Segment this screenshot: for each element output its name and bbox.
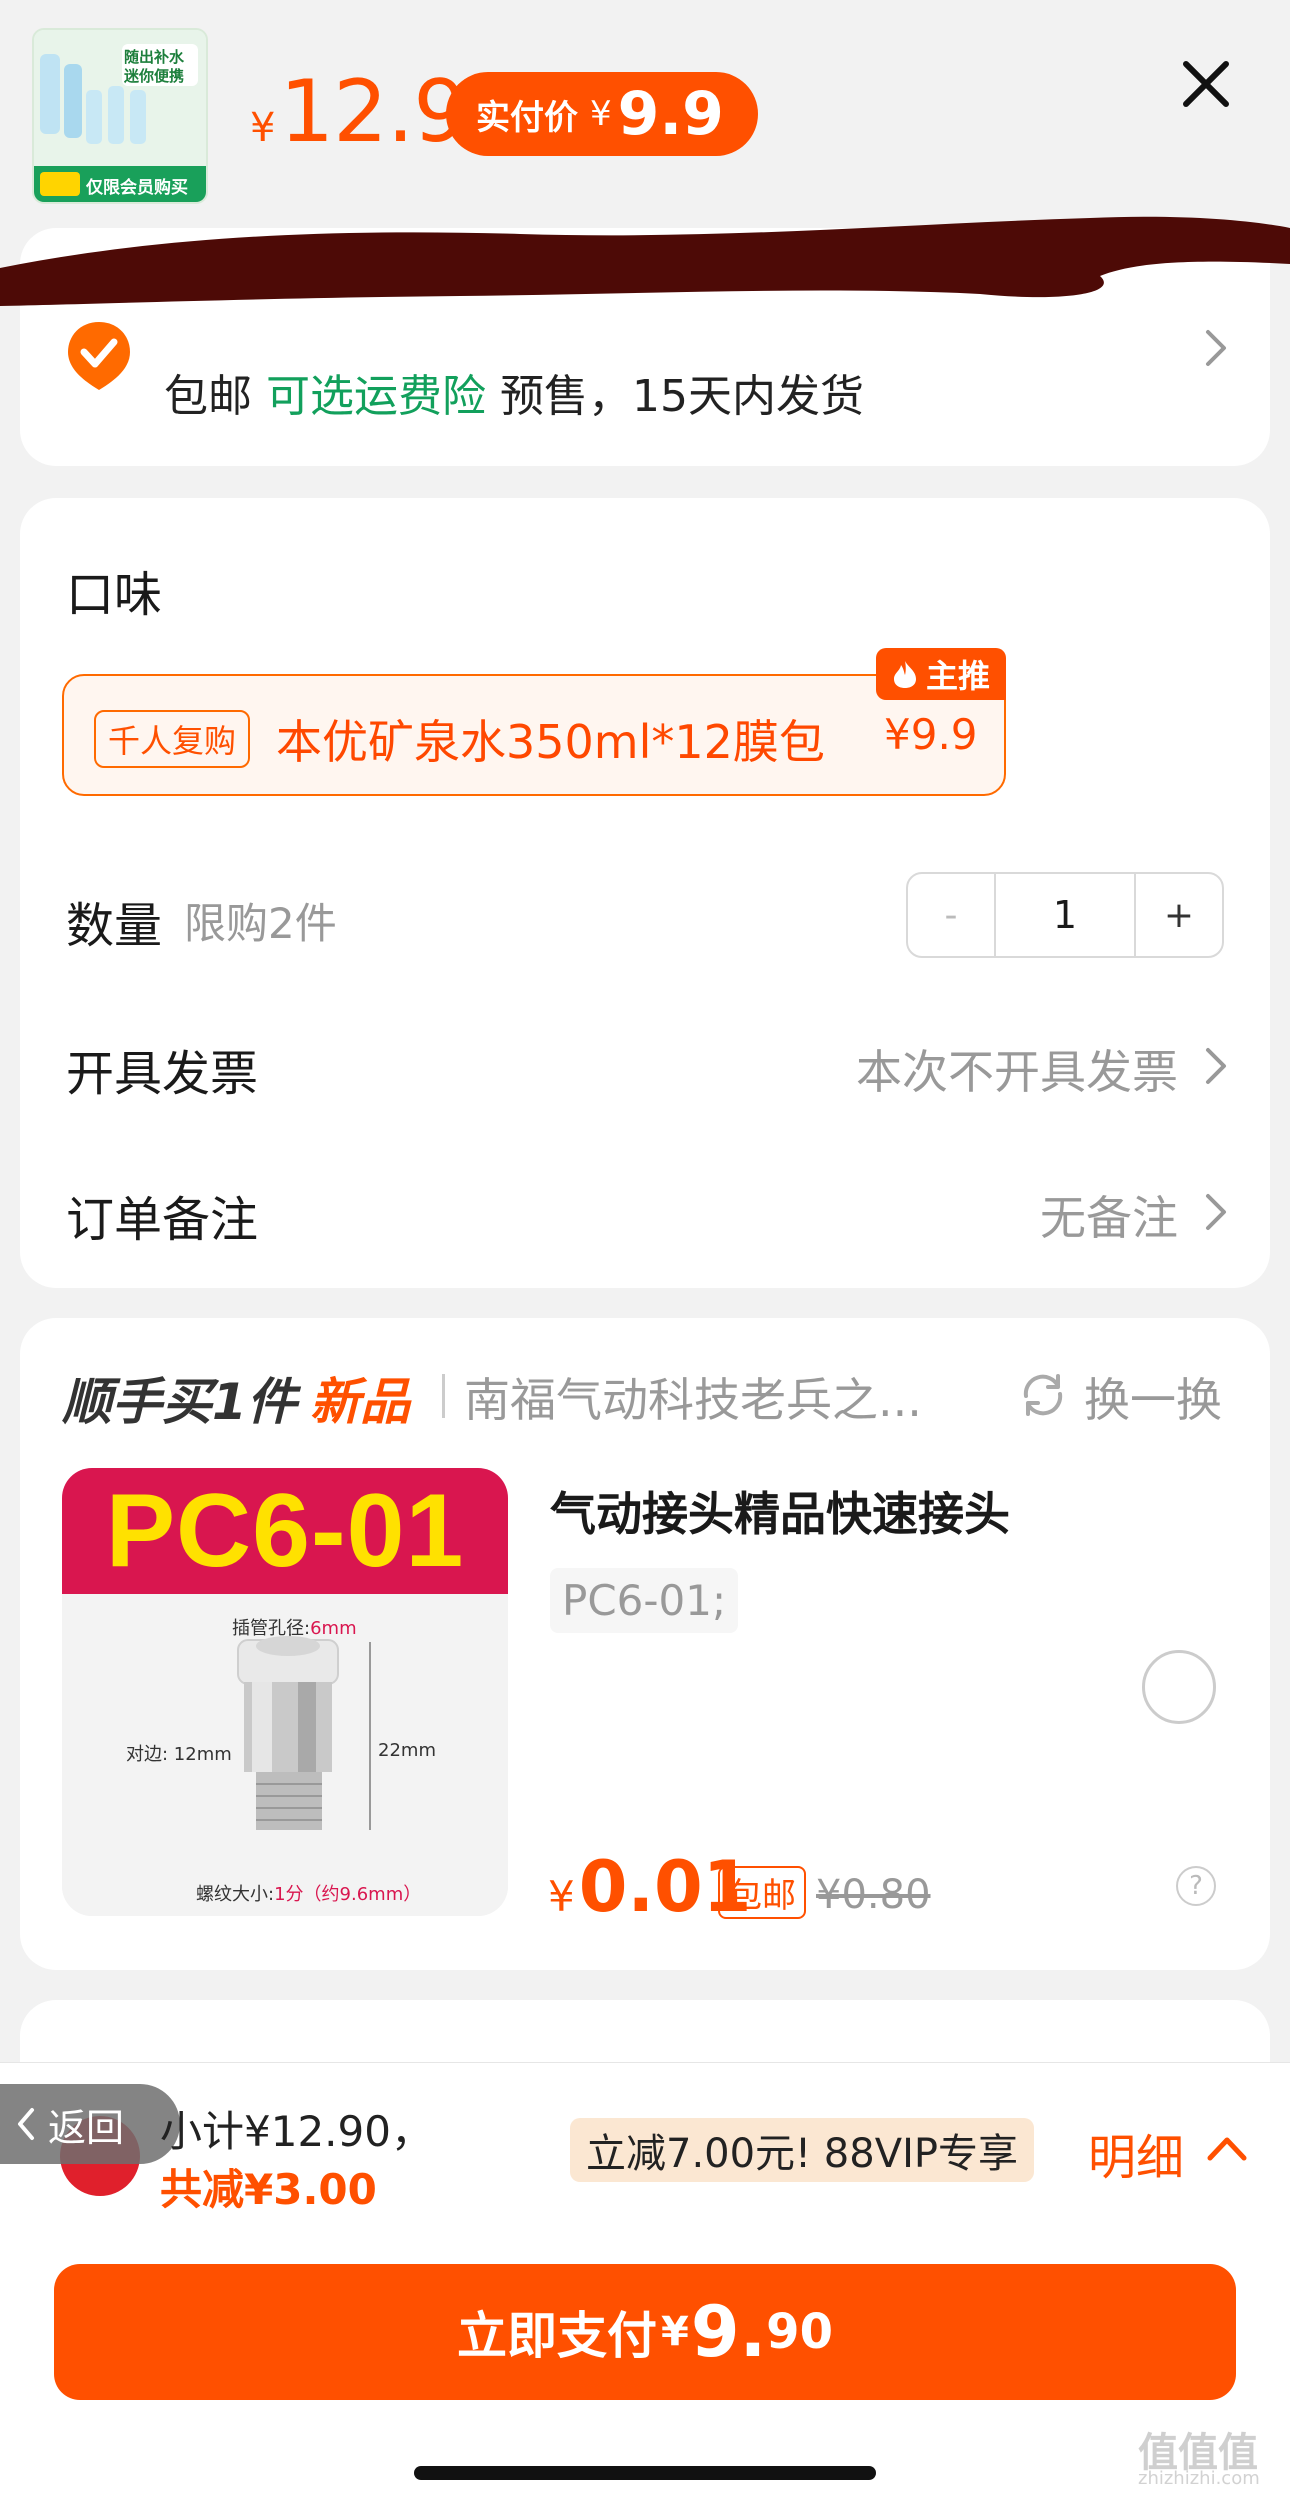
back-button[interactable]: 返回 — [0, 2084, 180, 2164]
refresh-icon[interactable] — [1018, 1370, 1068, 1420]
shipping-insurance-link[interactable]: 可选运费险 — [266, 371, 486, 422]
image-label-bottom: 螺纹大小:1分（约9.6mm） — [196, 1880, 421, 1906]
product-banner: PC6-01 — [62, 1468, 508, 1594]
flame-icon — [894, 661, 916, 688]
actual-price-value: 9.9 — [617, 79, 724, 149]
thumb-line1: 随出补水 — [124, 48, 185, 66]
chevron-left-icon — [18, 2108, 34, 2140]
title-divider — [442, 1374, 445, 1418]
image-label-top-text: 插管孔径: — [232, 1618, 311, 1639]
thumb-bottom-text: 仅限会员购买 — [86, 178, 188, 198]
repurchase-tag: 千人复购 — [94, 710, 251, 768]
actual-price-pill: 实付价 ¥ 9.9 — [446, 72, 758, 156]
image-label-left: 对边: 12mm — [126, 1744, 232, 1765]
image-label-top-value: 6mm — [310, 1618, 357, 1639]
chevron-up-icon[interactable] — [1206, 2134, 1248, 2162]
free-shipping-tag: 包邮 — [718, 1866, 806, 1919]
original-price-value: 12.9 — [279, 62, 467, 162]
presale-text: 预售，15天内发货 — [500, 371, 864, 422]
total-discount: 共减¥3.00 — [160, 2165, 377, 2214]
flavor-title: 口味 — [66, 567, 163, 623]
product-spec: PC6-01; — [550, 1568, 739, 1633]
watermark-url: zhizhizhi.com — [1138, 2468, 1260, 2489]
select-product-radio[interactable] — [1142, 1650, 1216, 1724]
home-indicator[interactable] — [414, 2466, 876, 2480]
order-note-label: 订单备注 — [66, 1192, 259, 1248]
actual-price-currency: ¥ — [590, 94, 612, 134]
quantity-decrease-button[interactable]: - — [908, 874, 994, 956]
pay-now-amount-int: 9. — [690, 2291, 767, 2373]
pay-now-label: 立即支付 — [457, 2307, 658, 2365]
recommended-badge: 主推 — [876, 648, 1007, 700]
product-name[interactable]: 气动接头精品快速接头 — [550, 1478, 1010, 1544]
swap-button[interactable]: 换一换 — [1084, 1364, 1222, 1430]
shipping-info: 包邮 可选运费险 预售，15天内发货 — [164, 360, 864, 424]
original-price-currency: ¥ — [250, 105, 276, 151]
quantity-stepper: - 1 + — [906, 872, 1224, 958]
new-product-tag: 新品 — [310, 1373, 410, 1431]
chevron-right-icon[interactable] — [1204, 1192, 1230, 1232]
help-icon[interactable]: ? — [1176, 1866, 1216, 1906]
quantity-increase-button[interactable]: + — [1136, 874, 1222, 956]
quantity-limit: 限购2件 — [184, 899, 337, 948]
product-banner-text: PC6-01 — [105, 1472, 465, 1589]
image-label-bottom-text: 螺纹大小: — [196, 1884, 275, 1905]
flavor-option-name[interactable]: 本优矿泉水350ml*12膜包 — [276, 706, 825, 772]
quantity-value[interactable]: 1 — [994, 874, 1136, 956]
vip-discount-badge: 立减7.00元! 88VIP专享 — [570, 2118, 1034, 2182]
image-label-bottom-value: 1分（约9.6mm） — [274, 1884, 422, 1905]
chevron-right-icon[interactable] — [1204, 328, 1230, 368]
price-detail-button[interactable]: 明细 — [1088, 2118, 1184, 2188]
invoice-label: 开具发票 — [66, 1046, 259, 1102]
shop-name[interactable]: 南福气动科技老兵之... — [464, 1364, 922, 1430]
actual-price-label: 实付价 — [476, 97, 578, 138]
recommended-badge-label: 主推 — [926, 657, 991, 695]
image-label-right: 22mm — [378, 1740, 436, 1761]
pay-now-currency: ¥ — [661, 2309, 689, 2355]
chevron-right-icon[interactable] — [1204, 1046, 1230, 1086]
close-icon[interactable] — [1180, 58, 1232, 110]
flavor-option-price: ¥9.9 — [884, 710, 978, 759]
recommendation-title: 顺手买1件 — [62, 1373, 297, 1431]
redaction-scribble — [0, 216, 1290, 306]
original-price: ¥ 12.9 — [250, 62, 468, 162]
pay-now-button[interactable]: 立即支付 ¥ 9. 90 — [54, 2264, 1236, 2400]
thumb-line2: 迷你便携 — [124, 67, 185, 85]
pay-now-amount-dec: 90 — [766, 2304, 833, 2360]
quantity-label: 数量 — [66, 898, 163, 954]
original-product-price: ¥0.80 — [816, 1872, 931, 1918]
invoice-value[interactable]: 本次不开具发票 — [856, 1036, 1178, 1102]
free-shipping-text: 包邮 — [164, 371, 252, 422]
product-image[interactable]: PC6-01 插管孔径:6mm 对边: 12mm 22mm 螺纹大小:1分（约9… — [62, 1468, 508, 1916]
back-button-label: 返回 — [48, 2105, 125, 2150]
order-note-value[interactable]: 无备注 — [1040, 1182, 1178, 1248]
product-price-currency: ¥ — [548, 1872, 575, 1921]
image-label-top: 插管孔径:6mm — [232, 1614, 357, 1640]
subtotal: 小计¥12.90， — [160, 2107, 433, 2156]
product-thumbnail: 随出补水 迷你便携 仅限会员购买 — [32, 28, 208, 204]
location-pin-icon — [68, 322, 130, 390]
